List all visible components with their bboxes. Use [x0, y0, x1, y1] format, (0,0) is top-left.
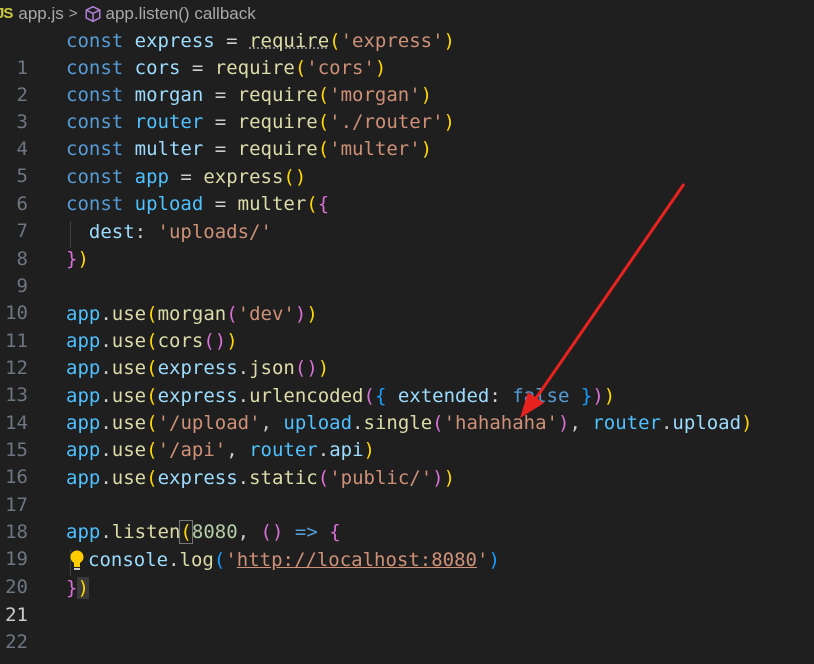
code-line[interactable]: 9 }) [0, 246, 814, 297]
code-text[interactable]: }) [66, 575, 89, 602]
code-text[interactable]: dest: 'uploads/' [66, 219, 272, 246]
code-text[interactable]: const app = express() [66, 164, 306, 191]
code-text[interactable]: app.use(express.json()) [66, 355, 329, 382]
code-line[interactable]: 18 [0, 492, 814, 543]
code-line[interactable]: 11 app.use(morgan('dev')) [0, 301, 814, 352]
code-line[interactable]: 16 app.use('/api', router.api) [0, 437, 814, 488]
code-line[interactable]: 10 [0, 273, 814, 324]
code-text[interactable]: console.log('http://localhost:8080') [88, 547, 500, 574]
code-line[interactable]: 22 [0, 602, 814, 653]
code-text[interactable]: app.use(morgan('dev')) [66, 301, 318, 328]
code-text[interactable]: const morgan = require('morgan') [66, 82, 432, 109]
code-line[interactable]: 14 app.use(express.urlencoded({ extended… [0, 383, 814, 434]
code-text[interactable]: const express = require('express') [66, 28, 455, 55]
code-line[interactable]: 20 console.log('http://localhost:8080') [0, 547, 814, 598]
code-text[interactable]: app.use('/api', router.api) [66, 437, 375, 464]
code-text[interactable]: const multer = require('multer') [66, 136, 432, 163]
code-line[interactable]: 6 const app = express() [0, 164, 814, 215]
code-line[interactable]: 2 const cors = require('cors') [0, 55, 814, 106]
code-line[interactable]: 19 app.listen(8080, () => { [0, 519, 814, 570]
code-text[interactable]: const upload = multer({ [66, 191, 329, 218]
line-number: 22 [5, 631, 28, 653]
code-text[interactable]: const cors = require('cors') [66, 55, 386, 82]
code-text[interactable]: app.listen(8080, () => { [66, 519, 341, 546]
code-line[interactable]: 13 app.use(express.json()) [0, 355, 814, 406]
breadcrumb-separator: > [68, 5, 78, 22]
breadcrumb: JS app.js > app.listen() callback [0, 0, 814, 27]
code-line[interactable]: 1 const express = require('express') [0, 28, 814, 79]
javascript-file-icon: JS [0, 5, 13, 22]
code-line[interactable]: 12 app.use(cors()) [0, 328, 814, 379]
code-line[interactable]: 4 const router = require('./router') [0, 109, 814, 160]
code-text[interactable]: }) [66, 246, 89, 273]
code-line[interactable]: 17 app.use(express.static('public/')) [0, 465, 814, 516]
code-text[interactable]: app.use(express.urlencoded({ extended: f… [66, 383, 615, 410]
code-line[interactable]: 15 app.use('/upload', upload.single('hah… [0, 410, 814, 461]
lightbulb-icon[interactable] [68, 549, 86, 575]
code-line[interactable]: 3 const morgan = require('morgan') [0, 82, 814, 133]
code-line[interactable]: 7 const upload = multer({ [0, 191, 814, 242]
code-line[interactable]: 21 }) [0, 575, 814, 626]
code-text[interactable]: app.use(cors()) [66, 328, 238, 355]
breadcrumb-symbol[interactable]: app.listen() callback [106, 4, 256, 24]
code-text[interactable]: app.use(express.static('public/')) [66, 465, 455, 492]
code-line[interactable]: 8 dest: 'uploads/' [0, 219, 814, 270]
code-line[interactable]: 5 const multer = require('multer') [0, 136, 814, 187]
breadcrumb-file[interactable]: app.js [18, 4, 63, 24]
code-text[interactable]: app.use('/upload', upload.single('hahaha… [66, 410, 753, 437]
cube-icon [85, 5, 100, 22]
code-text[interactable]: const router = require('./router') [66, 109, 455, 136]
